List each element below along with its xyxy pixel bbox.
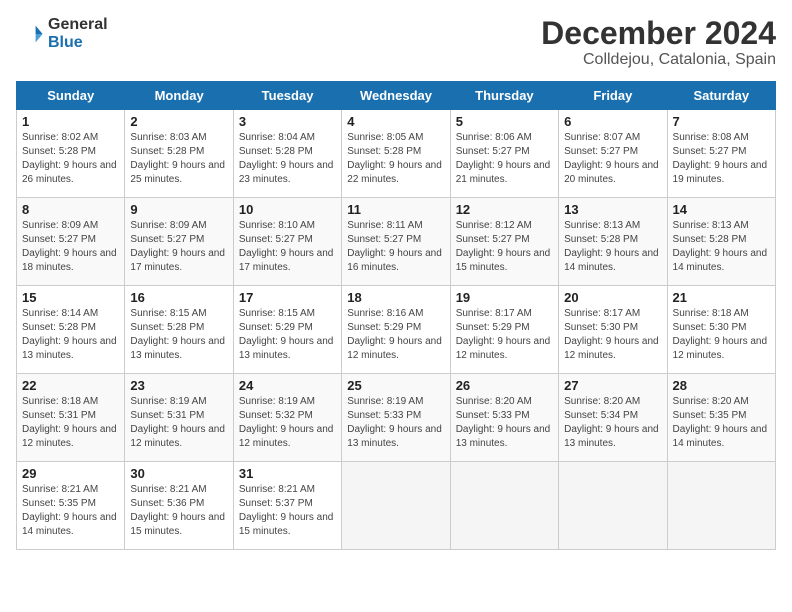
day-4: 4Sunrise: 8:05 AMSunset: 5:28 PMDaylight… <box>342 110 450 198</box>
day-9: 9Sunrise: 8:09 AMSunset: 5:27 PMDaylight… <box>125 198 233 286</box>
day-7: 7Sunrise: 8:08 AMSunset: 5:27 PMDaylight… <box>667 110 775 198</box>
day-21: 21Sunrise: 8:18 AMSunset: 5:30 PMDayligh… <box>667 286 775 374</box>
calendar: Sunday Monday Tuesday Wednesday Thursday… <box>16 81 776 550</box>
logo: General Blue <box>16 16 108 52</box>
col-friday: Friday <box>559 82 667 110</box>
day-24: 24Sunrise: 8:19 AMSunset: 5:32 PMDayligh… <box>233 374 341 462</box>
header: General Blue December 2024 Colldejou, Ca… <box>16 16 776 69</box>
day-12: 12Sunrise: 8:12 AMSunset: 5:27 PMDayligh… <box>450 198 558 286</box>
calendar-week-5: 29Sunrise: 8:21 AMSunset: 5:35 PMDayligh… <box>17 462 776 550</box>
day-8: 8Sunrise: 8:09 AMSunset: 5:27 PMDaylight… <box>17 198 125 286</box>
day-1: 1Sunrise: 8:02 AMSunset: 5:28 PMDaylight… <box>17 110 125 198</box>
logo-text: General Blue <box>48 16 108 52</box>
logo-icon <box>16 20 44 48</box>
col-wednesday: Wednesday <box>342 82 450 110</box>
empty-cell <box>667 462 775 550</box>
day-23: 23Sunrise: 8:19 AMSunset: 5:31 PMDayligh… <box>125 374 233 462</box>
col-monday: Monday <box>125 82 233 110</box>
day-25: 25Sunrise: 8:19 AMSunset: 5:33 PMDayligh… <box>342 374 450 462</box>
col-tuesday: Tuesday <box>233 82 341 110</box>
day-13: 13Sunrise: 8:13 AMSunset: 5:28 PMDayligh… <box>559 198 667 286</box>
day-28: 28Sunrise: 8:20 AMSunset: 5:35 PMDayligh… <box>667 374 775 462</box>
day-29: 29Sunrise: 8:21 AMSunset: 5:35 PMDayligh… <box>17 462 125 550</box>
col-saturday: Saturday <box>667 82 775 110</box>
page-container: General Blue December 2024 Colldejou, Ca… <box>0 0 792 558</box>
empty-cell <box>559 462 667 550</box>
day-19: 19Sunrise: 8:17 AMSunset: 5:29 PMDayligh… <box>450 286 558 374</box>
calendar-week-1: 1Sunrise: 8:02 AMSunset: 5:28 PMDaylight… <box>17 110 776 198</box>
location: Colldejou, Catalonia, Spain <box>541 51 776 69</box>
day-15: 15Sunrise: 8:14 AMSunset: 5:28 PMDayligh… <box>17 286 125 374</box>
day-18: 18Sunrise: 8:16 AMSunset: 5:29 PMDayligh… <box>342 286 450 374</box>
day-26: 26Sunrise: 8:20 AMSunset: 5:33 PMDayligh… <box>450 374 558 462</box>
col-sunday: Sunday <box>17 82 125 110</box>
day-14: 14Sunrise: 8:13 AMSunset: 5:28 PMDayligh… <box>667 198 775 286</box>
day-22: 22Sunrise: 8:18 AMSunset: 5:31 PMDayligh… <box>17 374 125 462</box>
empty-cell <box>450 462 558 550</box>
day-17: 17Sunrise: 8:15 AMSunset: 5:29 PMDayligh… <box>233 286 341 374</box>
day-30: 30Sunrise: 8:21 AMSunset: 5:36 PMDayligh… <box>125 462 233 550</box>
day-27: 27Sunrise: 8:20 AMSunset: 5:34 PMDayligh… <box>559 374 667 462</box>
day-2: 2Sunrise: 8:03 AMSunset: 5:28 PMDaylight… <box>125 110 233 198</box>
day-16: 16Sunrise: 8:15 AMSunset: 5:28 PMDayligh… <box>125 286 233 374</box>
day-31: 31Sunrise: 8:21 AMSunset: 5:37 PMDayligh… <box>233 462 341 550</box>
empty-cell <box>342 462 450 550</box>
day-6: 6Sunrise: 8:07 AMSunset: 5:27 PMDaylight… <box>559 110 667 198</box>
title-block: December 2024 Colldejou, Catalonia, Spai… <box>541 16 776 69</box>
day-3: 3Sunrise: 8:04 AMSunset: 5:28 PMDaylight… <box>233 110 341 198</box>
calendar-week-3: 15Sunrise: 8:14 AMSunset: 5:28 PMDayligh… <box>17 286 776 374</box>
day-11: 11Sunrise: 8:11 AMSunset: 5:27 PMDayligh… <box>342 198 450 286</box>
calendar-week-4: 22Sunrise: 8:18 AMSunset: 5:31 PMDayligh… <box>17 374 776 462</box>
col-thursday: Thursday <box>450 82 558 110</box>
day-20: 20Sunrise: 8:17 AMSunset: 5:30 PMDayligh… <box>559 286 667 374</box>
calendar-header-row: Sunday Monday Tuesday Wednesday Thursday… <box>17 82 776 110</box>
month-title: December 2024 <box>541 16 776 51</box>
day-5: 5Sunrise: 8:06 AMSunset: 5:27 PMDaylight… <box>450 110 558 198</box>
day-10: 10Sunrise: 8:10 AMSunset: 5:27 PMDayligh… <box>233 198 341 286</box>
calendar-week-2: 8Sunrise: 8:09 AMSunset: 5:27 PMDaylight… <box>17 198 776 286</box>
